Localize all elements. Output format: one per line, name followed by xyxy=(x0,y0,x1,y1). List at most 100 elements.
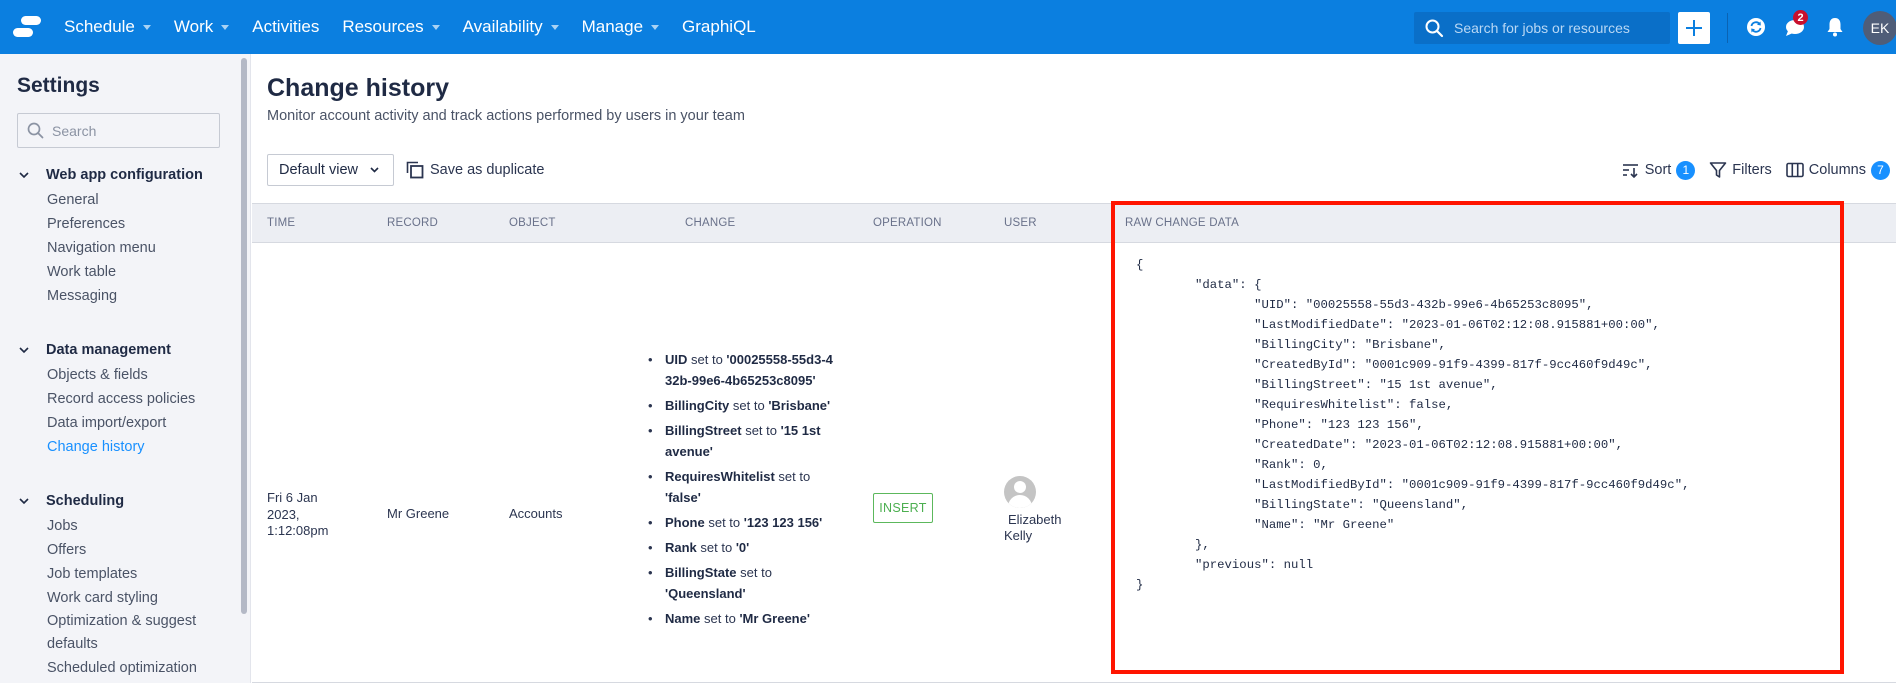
global-search-box[interactable] xyxy=(1414,12,1670,44)
messages-count-badge: 2 xyxy=(1793,10,1808,25)
chevron-down-icon xyxy=(19,171,45,179)
sort-button[interactable]: Sort 1 xyxy=(1622,160,1696,180)
cell-time: Fri 6 Jan 2023, 1:12:08pm xyxy=(267,490,329,538)
change-item: BillingStreet set to '15 1st avenue' xyxy=(648,420,835,462)
caret-down-icon xyxy=(431,24,440,30)
plus-icon xyxy=(1686,20,1702,36)
nav-work[interactable]: Work xyxy=(174,17,230,37)
sidebar-item-record-access-policies[interactable]: Record access policies xyxy=(47,387,240,411)
nav-activities[interactable]: Activities xyxy=(252,17,319,37)
sidebar-item-jobs[interactable]: Jobs xyxy=(47,514,240,538)
add-button[interactable] xyxy=(1678,12,1710,44)
column-header-raw-change-data[interactable]: RAW CHANGE DATA xyxy=(1125,204,1239,242)
column-header-change[interactable]: CHANGE xyxy=(685,204,735,242)
column-header-operation[interactable]: OPERATION xyxy=(873,204,942,242)
chevron-down-icon xyxy=(19,346,45,354)
nav-graphiql[interactable]: GraphiQL xyxy=(682,17,756,37)
change-item: RequiresWhitelist set to 'false' xyxy=(648,466,835,508)
change-item: Phone set to '123 123 156' xyxy=(648,512,835,533)
page-title: Change history xyxy=(267,74,449,102)
notifications-button[interactable] xyxy=(1823,15,1847,39)
section-web-app-configuration: Web app configuration General Preference… xyxy=(0,164,240,308)
filter-icon xyxy=(1709,162,1727,178)
user-avatar-icon xyxy=(1004,476,1036,508)
change-item: BillingCity set to 'Brisbane' xyxy=(648,395,835,416)
sidebar-item-work-table[interactable]: Work table xyxy=(47,260,240,284)
nav-schedule[interactable]: Schedule xyxy=(64,17,151,37)
columns-icon xyxy=(1785,162,1804,178)
nav-manage[interactable]: Manage xyxy=(582,17,660,37)
sort-count-badge: 1 xyxy=(1676,160,1696,180)
cell-object: Accounts xyxy=(509,506,563,521)
view-select-dropdown[interactable]: Default view xyxy=(267,154,394,186)
sort-icon xyxy=(1622,164,1638,178)
sidebar-item-change-history[interactable]: Change history xyxy=(47,435,240,459)
cell-change-list: UID set to '00025558-55d3-432b-99e6-4b65… xyxy=(648,349,835,633)
change-item: BillingState set to 'Queensland' xyxy=(648,562,835,604)
change-item: UID set to '00025558-55d3-432b-99e6-4b65… xyxy=(648,349,835,391)
sidebar-search-box[interactable] xyxy=(17,113,220,148)
sidebar-item-navigation-menu[interactable]: Navigation menu xyxy=(47,236,240,260)
nav-resources[interactable]: Resources xyxy=(342,17,440,37)
caret-down-icon xyxy=(651,24,660,30)
save-as-duplicate-button[interactable]: Save as duplicate xyxy=(406,154,544,186)
sidebar-item-scheduled-optimization[interactable]: Scheduled optimization xyxy=(47,656,240,680)
caret-down-icon xyxy=(550,24,559,30)
caret-down-icon xyxy=(142,24,151,30)
column-header-object[interactable]: OBJECT xyxy=(509,204,556,242)
chevron-down-icon xyxy=(370,167,379,173)
search-icon xyxy=(1425,19,1444,38)
cell-user: Elizabeth Kelly xyxy=(1004,476,1084,544)
sidebar-item-offers[interactable]: Offers xyxy=(47,538,240,562)
sync-button[interactable] xyxy=(1744,15,1768,39)
section-data-management: Data management Objects & fields Record … xyxy=(0,339,240,459)
main-content: Change history Monitor account activity … xyxy=(252,54,1896,683)
table-row[interactable]: Fri 6 Jan 2023, 1:12:08pm Mr Greene Acco… xyxy=(252,243,1896,683)
sync-icon xyxy=(1747,18,1765,36)
nav-divider xyxy=(1727,13,1728,43)
change-history-table: TIME RECORD OBJECT CHANGE OPERATION USER… xyxy=(252,203,1896,683)
sidebar-item-job-templates[interactable]: Job templates xyxy=(47,562,240,586)
sidebar-title: Settings xyxy=(17,74,100,97)
sidebar-item-objects-fields[interactable]: Objects & fields xyxy=(47,363,240,387)
chevron-down-icon xyxy=(19,497,45,505)
top-navigation-bar: Schedule Work Activities Resources Avail… xyxy=(0,0,1896,54)
columns-count-badge: 7 xyxy=(1871,160,1890,180)
operation-badge: INSERT xyxy=(873,493,933,523)
section-toggle-scheduling[interactable]: Scheduling xyxy=(0,490,240,512)
table-header: TIME RECORD OBJECT CHANGE OPERATION USER… xyxy=(252,203,1896,243)
global-search-input[interactable] xyxy=(1454,20,1664,36)
page-subtitle: Monitor account activity and track actio… xyxy=(267,108,745,124)
section-scheduling: Scheduling Jobs Offers Job templates Wor… xyxy=(0,490,240,680)
filters-button[interactable]: Filters xyxy=(1709,161,1772,179)
section-toggle-data-management[interactable]: Data management xyxy=(0,339,240,361)
raw-change-data-json: { "data": { "UID": "00025558-55d3-432b-9… xyxy=(1136,258,1690,592)
sidebar-item-optimization-suggest-defaults[interactable]: Optimization & suggest defaults xyxy=(47,610,207,656)
sidebar-item-general[interactable]: General xyxy=(47,188,240,212)
cell-record: Mr Greene xyxy=(387,506,450,521)
sidebar-search-input[interactable] xyxy=(52,122,212,139)
caret-down-icon xyxy=(221,24,230,30)
columns-button[interactable]: Columns 7 xyxy=(1785,160,1890,180)
column-header-time[interactable]: TIME xyxy=(267,204,295,242)
bell-icon xyxy=(1827,18,1843,37)
sidebar-scrollbar[interactable] xyxy=(241,58,247,614)
sidebar-item-preferences[interactable]: Preferences xyxy=(47,212,240,236)
section-toggle-web-app-configuration[interactable]: Web app configuration xyxy=(0,164,240,186)
nav-availability[interactable]: Availability xyxy=(463,17,559,37)
main-menu: Schedule Work Activities Resources Avail… xyxy=(64,0,779,54)
table-tools: Sort 1 Filters Columns 7 xyxy=(1608,156,1890,184)
settings-sidebar: Settings Web app configuration General P… xyxy=(0,54,251,683)
search-icon xyxy=(27,122,44,139)
sidebar-item-data-import-export[interactable]: Data import/export xyxy=(47,411,240,435)
app-logo-icon[interactable] xyxy=(12,16,42,40)
change-item: Name set to 'Mr Greene' xyxy=(648,608,835,629)
user-avatar[interactable]: EK xyxy=(1863,11,1896,45)
column-header-user[interactable]: USER xyxy=(1004,204,1037,242)
sidebar-item-messaging[interactable]: Messaging xyxy=(47,284,240,308)
user-name: Elizabeth Kelly xyxy=(1004,512,1062,543)
duplicate-icon xyxy=(406,161,424,179)
sidebar-item-work-card-styling[interactable]: Work card styling xyxy=(47,586,240,610)
column-header-record[interactable]: RECORD xyxy=(387,204,438,242)
change-item: Rank set to '0' xyxy=(648,537,835,558)
